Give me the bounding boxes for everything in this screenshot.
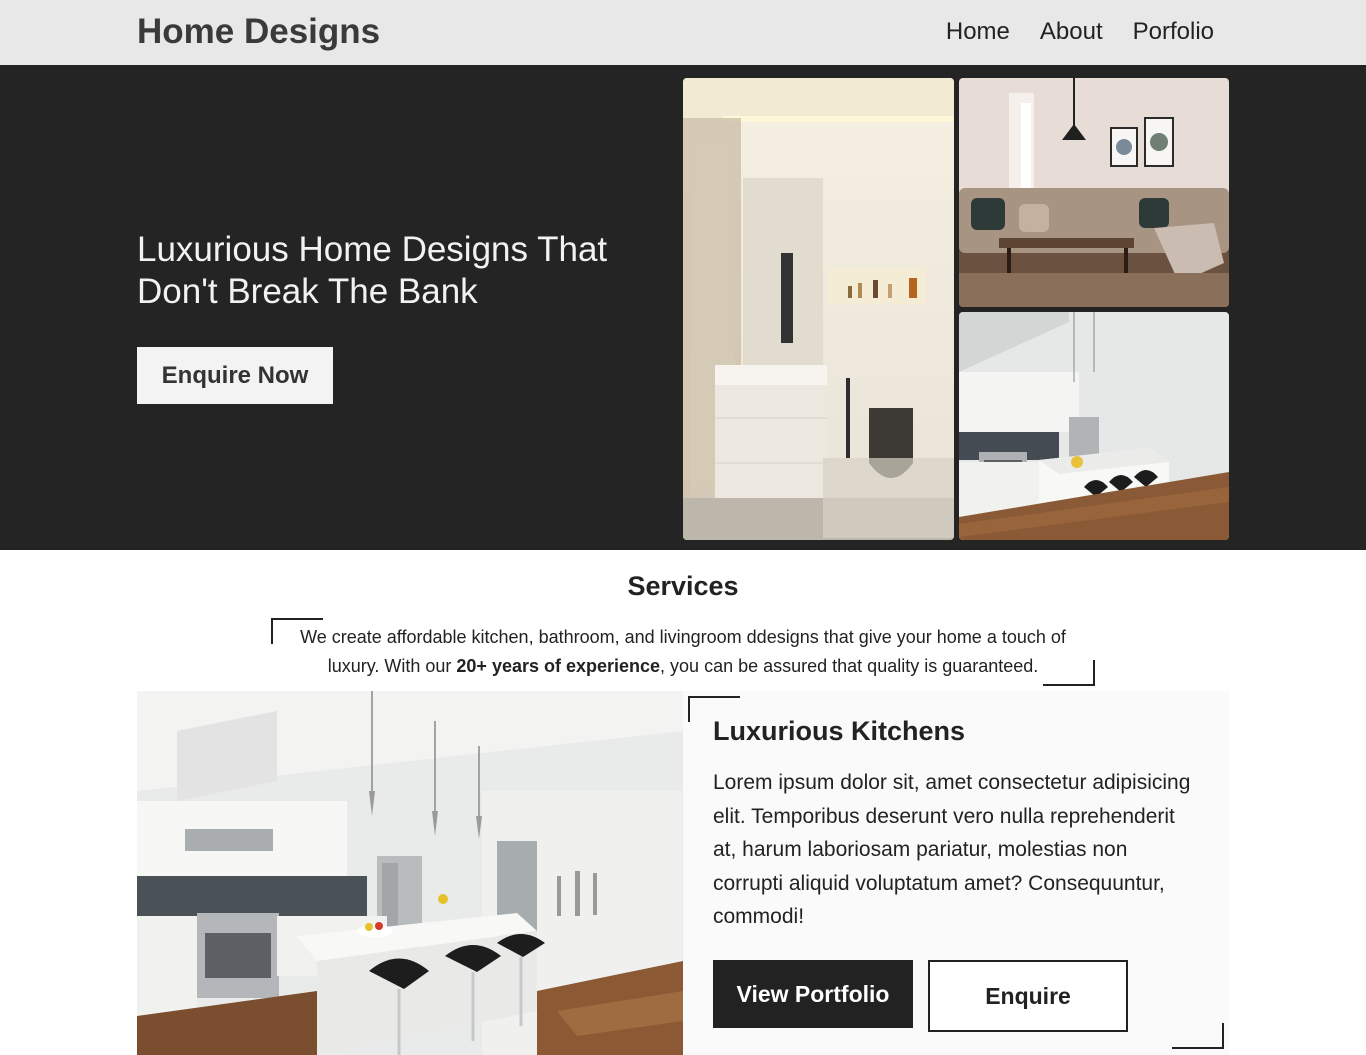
nav-link-portfolio[interactable]: Porfolio bbox=[1133, 18, 1214, 46]
decorative-corner-card-bottom-right bbox=[1172, 1023, 1224, 1049]
view-portfolio-button[interactable]: View Portfolio bbox=[713, 960, 913, 1028]
hero-title: Luxurious Home Designs That Don't Break … bbox=[137, 230, 608, 311]
card-title: Luxurious Kitchens bbox=[713, 716, 966, 746]
site-header: Home Designs Home About Porfolio bbox=[0, 0, 1366, 67]
decorative-corner-bottom-right bbox=[1043, 660, 1095, 686]
services-text-after: , you can be assured that quality is gua… bbox=[660, 656, 1039, 676]
bathroom-photo bbox=[683, 78, 954, 540]
main-nav: Home About Porfolio bbox=[946, 18, 1214, 46]
luxurious-kitchens-card: Luxurious Kitchens Lorem ipsum dolor sit… bbox=[683, 691, 1229, 1055]
enquire-now-button[interactable]: Enquire Now bbox=[137, 347, 333, 404]
brand-logo[interactable]: Home Designs bbox=[137, 12, 380, 52]
services-text-bold: 20+ years of experience bbox=[456, 656, 661, 676]
living-room-photo bbox=[959, 78, 1229, 307]
enquire-button[interactable]: Enquire bbox=[928, 960, 1128, 1032]
nav-link-about[interactable]: About bbox=[1040, 18, 1103, 46]
services-description: We create affordable kitchen, bathroom, … bbox=[278, 623, 1088, 681]
kitchen-thumbnail-photo bbox=[959, 312, 1229, 540]
decorative-corner-card-top-left bbox=[688, 696, 740, 722]
card-description: Lorem ipsum dolor sit, amet consectetur … bbox=[713, 771, 1191, 928]
kitchen-feature-photo bbox=[137, 691, 683, 1055]
nav-link-home[interactable]: Home bbox=[946, 18, 1010, 46]
services-title: Services bbox=[627, 571, 739, 601]
hero-section: Luxurious Home Designs That Don't Break … bbox=[0, 67, 1366, 550]
